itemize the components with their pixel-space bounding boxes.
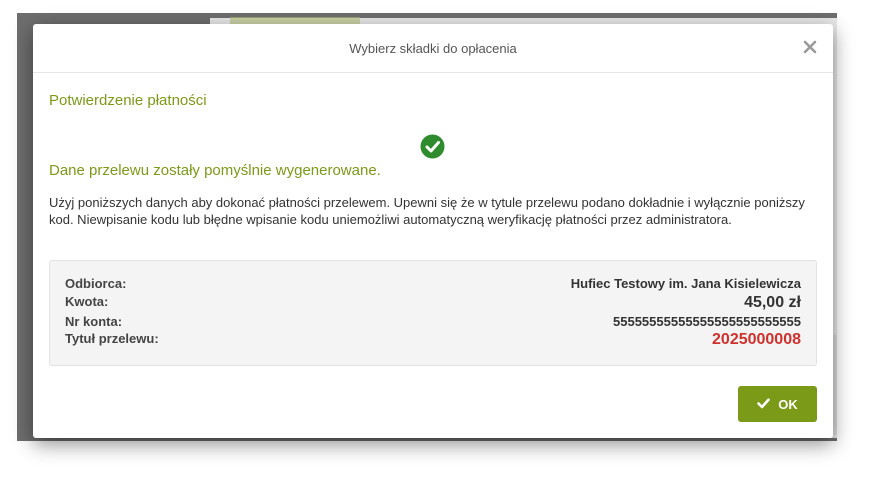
modal-title: Wybierz składki do opłacenia	[349, 40, 517, 56]
modal-header: Wybierz składki do opłacenia	[33, 24, 833, 73]
amount-label: Kwota:	[65, 294, 109, 309]
check-circle-icon	[420, 134, 445, 159]
transfer-title-row: Tytuł przelewu: 2025000008	[65, 331, 801, 349]
transfer-title-value: 2025000008	[712, 331, 801, 348]
recipient-row: Odbiorca: Hufiec Testowy im. Jana Kisiel…	[65, 276, 801, 294]
account-row: Nr konta: 55555555555555555555555555	[65, 314, 801, 332]
amount-value: 45,00 zł	[744, 294, 801, 311]
account-value: 55555555555555555555555555	[613, 314, 801, 329]
background-heading	[230, 17, 360, 24]
check-icon	[757, 397, 771, 412]
recipient-label: Odbiorca:	[65, 276, 127, 291]
ok-button[interactable]: OK	[738, 386, 817, 422]
transfer-details: Odbiorca: Hufiec Testowy im. Jana Kisiel…	[49, 260, 817, 366]
account-label: Nr konta:	[65, 314, 123, 329]
success-message: Dane przelewu zostały pomyślnie wygenero…	[49, 162, 381, 179]
section-title: Potwierdzenie płatności	[49, 92, 207, 109]
close-icon[interactable]	[803, 40, 817, 54]
transfer-title-label: Tytuł przelewu:	[65, 331, 159, 346]
payment-modal: Wybierz składki do opłacenia Potwierdzen…	[33, 24, 833, 438]
screen: Wybierz składki do opłacenia Potwierdzen…	[0, 0, 886, 489]
payment-instructions: Użyj poniższych danych aby dokonać płatn…	[49, 195, 805, 227]
ok-button-label: OK	[778, 396, 798, 412]
amount-row: Kwota: 45,00 zł	[65, 294, 801, 312]
recipient-value: Hufiec Testowy im. Jana Kisielewicza	[570, 276, 801, 291]
